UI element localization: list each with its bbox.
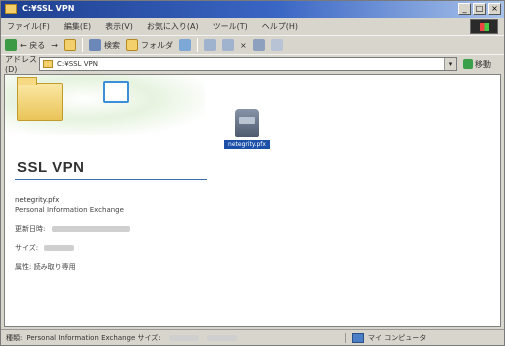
status-zone-text: マイ コンピュータ	[368, 333, 427, 342]
toolbar-separator	[81, 38, 83, 52]
file-item-label: netegrity.pfx	[224, 140, 270, 149]
address-label: アドレス(D)	[5, 55, 37, 74]
status-type-label: 種類:	[6, 333, 23, 342]
copy-to-button[interactable]	[221, 39, 234, 51]
back-button[interactable]: ← 戻る	[5, 39, 45, 51]
attributes-label: 属性:	[15, 263, 32, 271]
history-icon	[178, 39, 191, 51]
status-zone: マイ コンピュータ	[352, 332, 427, 343]
menu-help[interactable]: ヘルプ(H)	[262, 21, 298, 32]
window-controls: _ □ ×	[458, 3, 501, 15]
status-size-redacted	[206, 334, 237, 341]
panel-title: SSL VPN	[17, 159, 85, 176]
copy-icon	[221, 39, 234, 51]
folders-icon	[125, 39, 138, 51]
address-dropdown-icon[interactable]: ▾	[444, 58, 456, 70]
status-info: 種類: Personal Information Exchange サイズ:	[6, 332, 346, 343]
menu-tools[interactable]: ツール(T)	[213, 21, 248, 32]
up-folder-icon	[63, 39, 76, 51]
menu-edit[interactable]: 編集(E)	[64, 21, 91, 32]
panel-divider	[15, 179, 207, 180]
my-computer-icon	[352, 332, 364, 343]
close-button[interactable]: ×	[488, 3, 501, 15]
menu-favorites[interactable]: お気に入り(A)	[147, 21, 199, 32]
updated-value-redacted	[51, 226, 130, 232]
window-title: C:¥SSL VPN	[22, 4, 75, 13]
search-icon	[88, 39, 101, 51]
file-item-selected[interactable]: netegrity.pfx	[218, 109, 276, 149]
menu-file[interactable]: ファイル(F)	[7, 21, 50, 32]
up-button[interactable]	[63, 39, 76, 51]
size-label: サイズ:	[15, 244, 39, 252]
undo-button[interactable]	[252, 39, 265, 51]
address-value: C:¥SSL VPN	[57, 60, 98, 68]
forward-button[interactable]: →	[51, 41, 58, 50]
certificate-file-icon	[235, 109, 259, 137]
address-bar: アドレス(D) C:¥SSL VPN ▾ 移動	[1, 54, 504, 74]
toolbar: ← 戻る → 検索 フォルダ ×	[1, 35, 504, 54]
explorer-window: C:¥SSL VPN _ □ × ファイル(F) 編集(E) 表示(V) お気に…	[0, 0, 505, 346]
windows-logo-icon	[470, 19, 498, 34]
details-panel: SSL VPN	[5, 75, 207, 183]
title-bar[interactable]: C:¥SSL VPN _ □ ×	[1, 1, 504, 18]
toolbar-separator	[196, 38, 198, 52]
window-icon	[103, 81, 129, 103]
back-arrow-icon	[5, 39, 17, 51]
selected-file-name: netegrity.pfx	[15, 196, 60, 204]
status-type-text: Personal Information Exchange サイズ:	[26, 333, 161, 342]
move-to-button[interactable]	[203, 39, 216, 51]
address-input[interactable]: C:¥SSL VPN ▾	[39, 57, 457, 71]
views-button[interactable]	[270, 39, 283, 51]
large-folder-icon	[17, 77, 63, 121]
history-button[interactable]	[178, 39, 191, 51]
folder-view: SSL VPN netegrity.pfx Personal Informati…	[4, 74, 501, 327]
menu-bar: ファイル(F) 編集(E) 表示(V) お気に入り(A) ツール(T) ヘルプ(…	[1, 18, 504, 35]
go-button[interactable]: 移動	[463, 59, 491, 70]
go-arrow-icon	[463, 59, 473, 69]
status-size-redacted	[168, 334, 199, 341]
folder-icon	[5, 4, 17, 14]
selected-file-type: Personal Information Exchange	[15, 206, 124, 214]
status-bar: 種類: Personal Information Exchange サイズ: マ…	[1, 329, 504, 345]
attributes-value: 読み取り専用	[33, 263, 76, 271]
folders-button[interactable]: フォルダ	[125, 39, 173, 51]
updated-label: 更新日時:	[15, 225, 46, 233]
menu-view[interactable]: 表示(V)	[105, 21, 133, 32]
maximize-button[interactable]: □	[473, 3, 486, 15]
size-value-redacted	[44, 245, 75, 251]
minimize-button[interactable]: _	[458, 3, 471, 15]
file-details: netegrity.pfx Personal Information Excha…	[15, 195, 130, 281]
move-icon	[203, 39, 216, 51]
folder-icon	[43, 60, 53, 68]
undo-icon	[252, 39, 265, 51]
views-icon	[270, 39, 283, 51]
search-button[interactable]: 検索	[88, 39, 120, 51]
delete-button[interactable]: ×	[240, 41, 247, 50]
